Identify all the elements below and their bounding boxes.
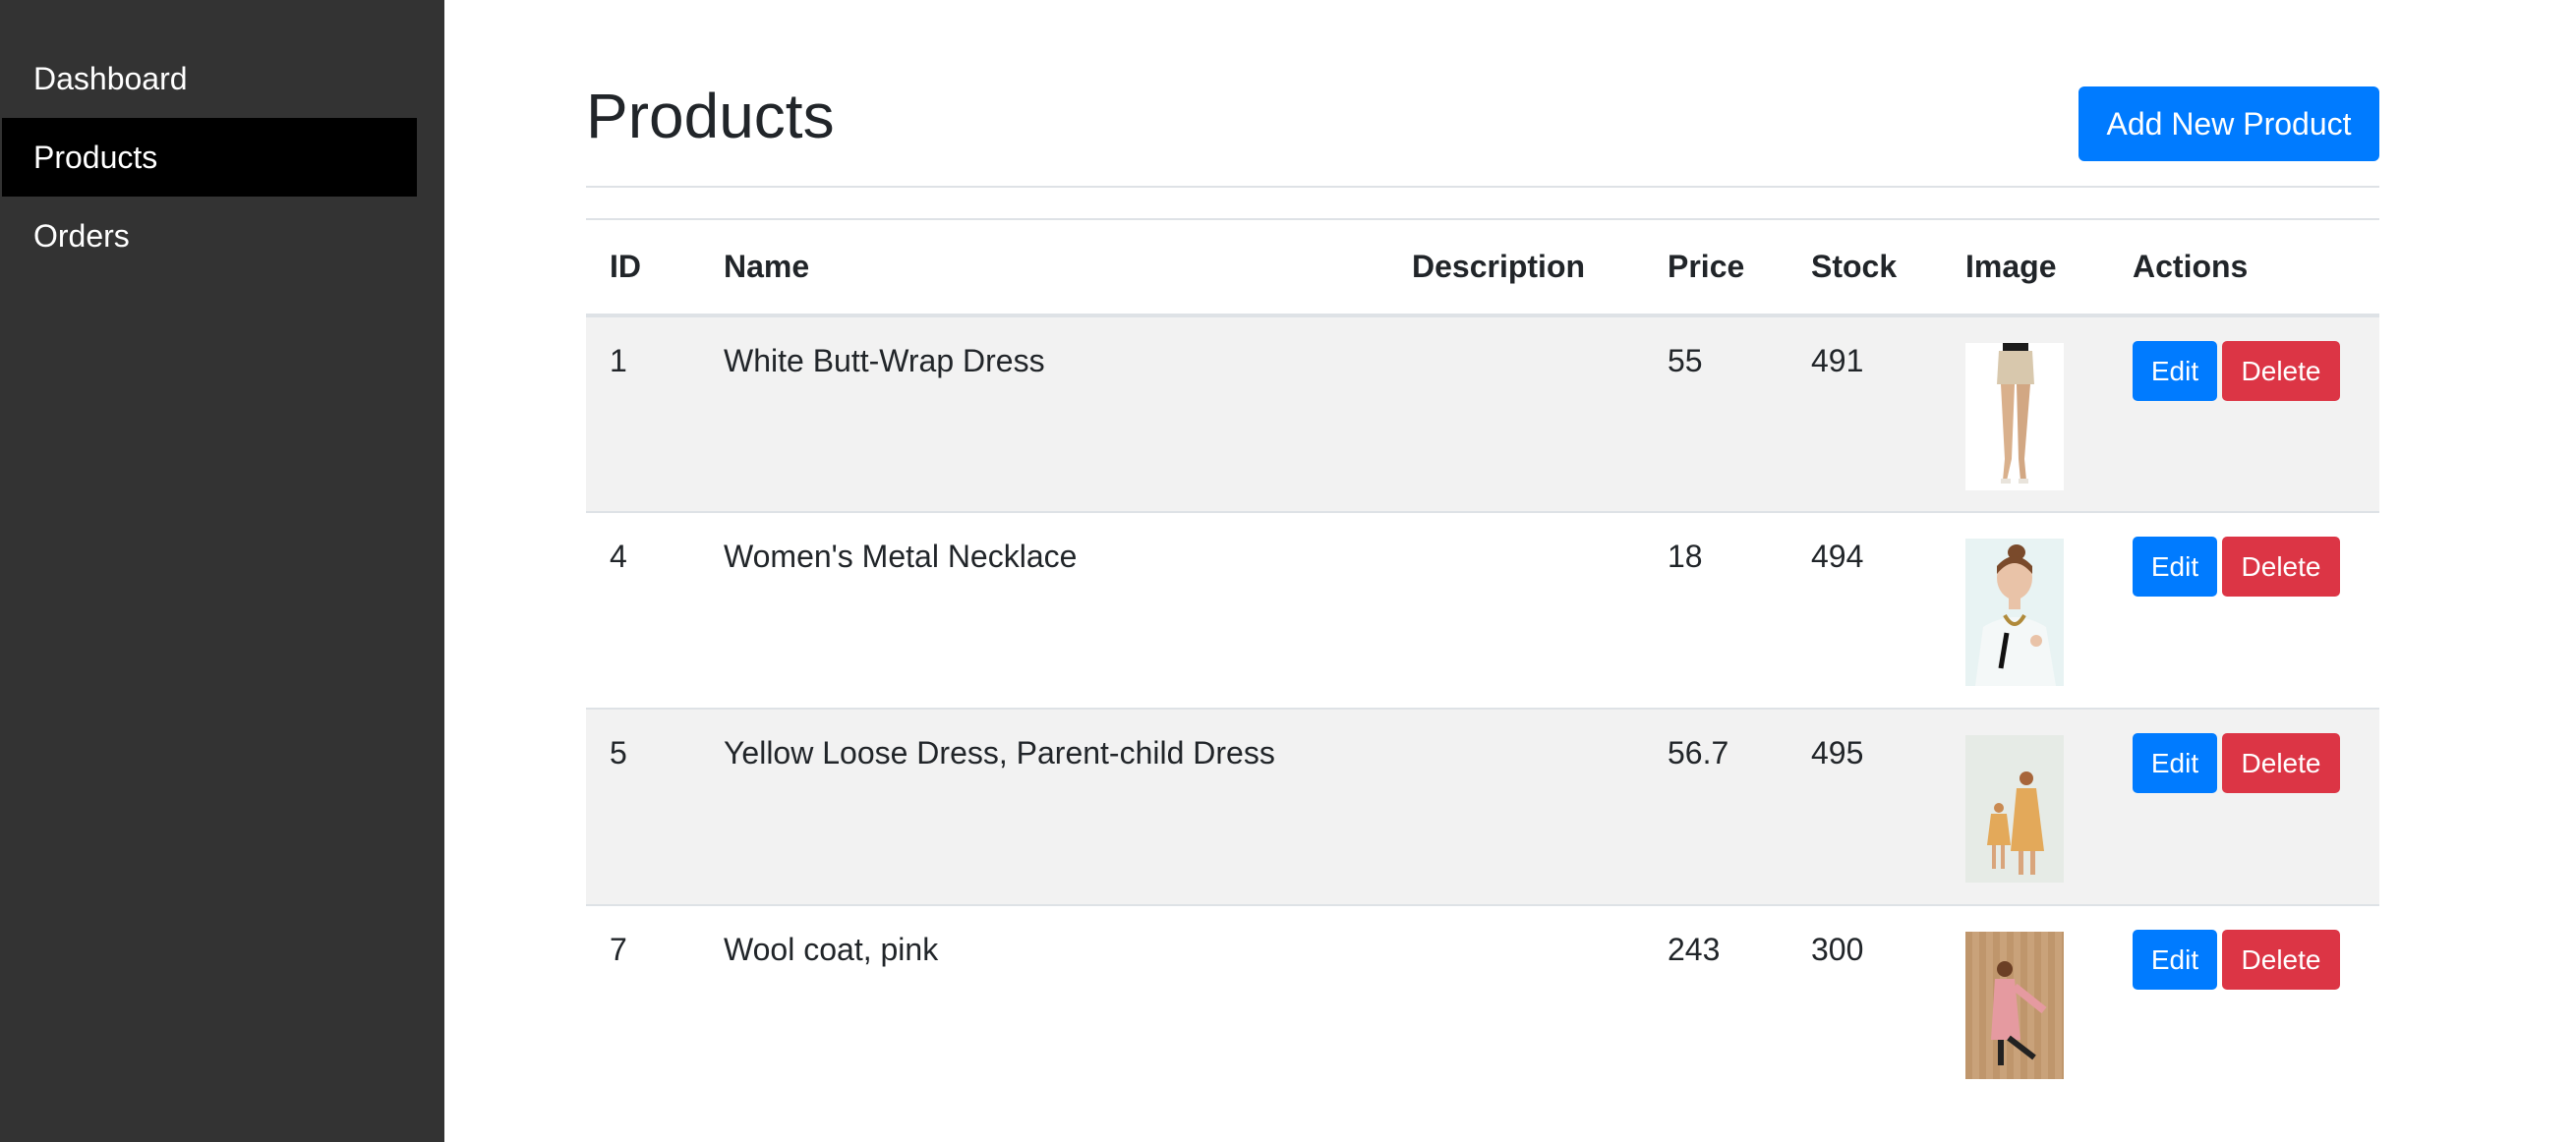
cell-name: Wool coat, pink	[700, 904, 1388, 1102]
cell-image	[1942, 904, 2109, 1102]
add-new-product-button[interactable]: Add New Product	[2078, 86, 2379, 161]
column-header-stock: Stock	[1787, 219, 1942, 317]
cell-price: 18	[1644, 511, 1787, 709]
main-content: Products Add New Product ID Name Descrip…	[444, 0, 2576, 1142]
sidebar-item-orders[interactable]: Orders	[2, 197, 417, 275]
product-image	[1965, 735, 2064, 883]
delete-button[interactable]: Delete	[2222, 537, 2340, 597]
delete-button[interactable]: Delete	[2222, 341, 2340, 401]
cell-image	[1942, 511, 2109, 709]
cell-id: 7	[586, 904, 700, 1102]
cell-actions: Edit Delete	[2109, 708, 2379, 905]
cell-name: Women's Metal Necklace	[700, 511, 1388, 709]
cell-price: 55	[1644, 315, 1787, 512]
cell-actions: Edit Delete	[2109, 904, 2379, 1102]
cell-id: 4	[586, 511, 700, 709]
sidebar-item-products[interactable]: Products	[2, 118, 417, 197]
cell-image	[1942, 315, 2109, 512]
edit-button[interactable]: Edit	[2133, 341, 2217, 401]
cell-description	[1388, 904, 1644, 1102]
cell-stock: 300	[1787, 904, 1942, 1102]
column-header-image: Image	[1942, 219, 2109, 317]
cell-actions: Edit Delete	[2109, 315, 2379, 512]
product-image	[1965, 343, 2064, 490]
edit-button[interactable]: Edit	[2133, 537, 2217, 597]
cell-price: 243	[1644, 904, 1787, 1102]
column-header-id: ID	[586, 219, 700, 317]
cell-actions: Edit Delete	[2109, 511, 2379, 709]
table-row: 7 Wool coat, pink 243 300 Edit Delete	[586, 904, 2379, 1102]
sidebar-item-dashboard[interactable]: Dashboard	[2, 39, 417, 118]
cell-id: 5	[586, 708, 700, 905]
column-header-actions: Actions	[2109, 219, 2379, 317]
table-row: 4 Women's Metal Necklace 18 494 Edit Del…	[586, 511, 2379, 709]
column-header-description: Description	[1388, 219, 1644, 317]
product-image	[1965, 932, 2064, 1079]
page-title: Products	[586, 81, 835, 151]
delete-button[interactable]: Delete	[2222, 733, 2340, 793]
cell-description	[1388, 708, 1644, 905]
cell-price: 56.7	[1644, 708, 1787, 905]
cell-description	[1388, 511, 1644, 709]
edit-button[interactable]: Edit	[2133, 733, 2217, 793]
cell-name: White Butt-Wrap Dress	[700, 315, 1388, 512]
column-header-name: Name	[700, 219, 1388, 317]
table-header-row: ID Name Description Price Stock Image Ac…	[586, 219, 2379, 317]
products-table: ID Name Description Price Stock Image Ac…	[586, 218, 2379, 1102]
product-image	[1965, 539, 2064, 686]
column-header-price: Price	[1644, 219, 1787, 317]
cell-stock: 491	[1787, 315, 1942, 512]
cell-stock: 494	[1787, 511, 1942, 709]
delete-button[interactable]: Delete	[2222, 930, 2340, 990]
page-header: Products Add New Product	[586, 0, 2379, 188]
sidebar: Dashboard Products Orders	[0, 0, 444, 1142]
cell-image	[1942, 708, 2109, 905]
edit-button[interactable]: Edit	[2133, 930, 2217, 990]
cell-stock: 495	[1787, 708, 1942, 905]
cell-description	[1388, 315, 1644, 512]
table-row: 5 Yellow Loose Dress, Parent-child Dress…	[586, 708, 2379, 905]
cell-name: Yellow Loose Dress, Parent-child Dress	[700, 708, 1388, 905]
cell-id: 1	[586, 315, 700, 512]
table-row: 1 White Butt-Wrap Dress 55 491 Edit Dele…	[586, 315, 2379, 512]
